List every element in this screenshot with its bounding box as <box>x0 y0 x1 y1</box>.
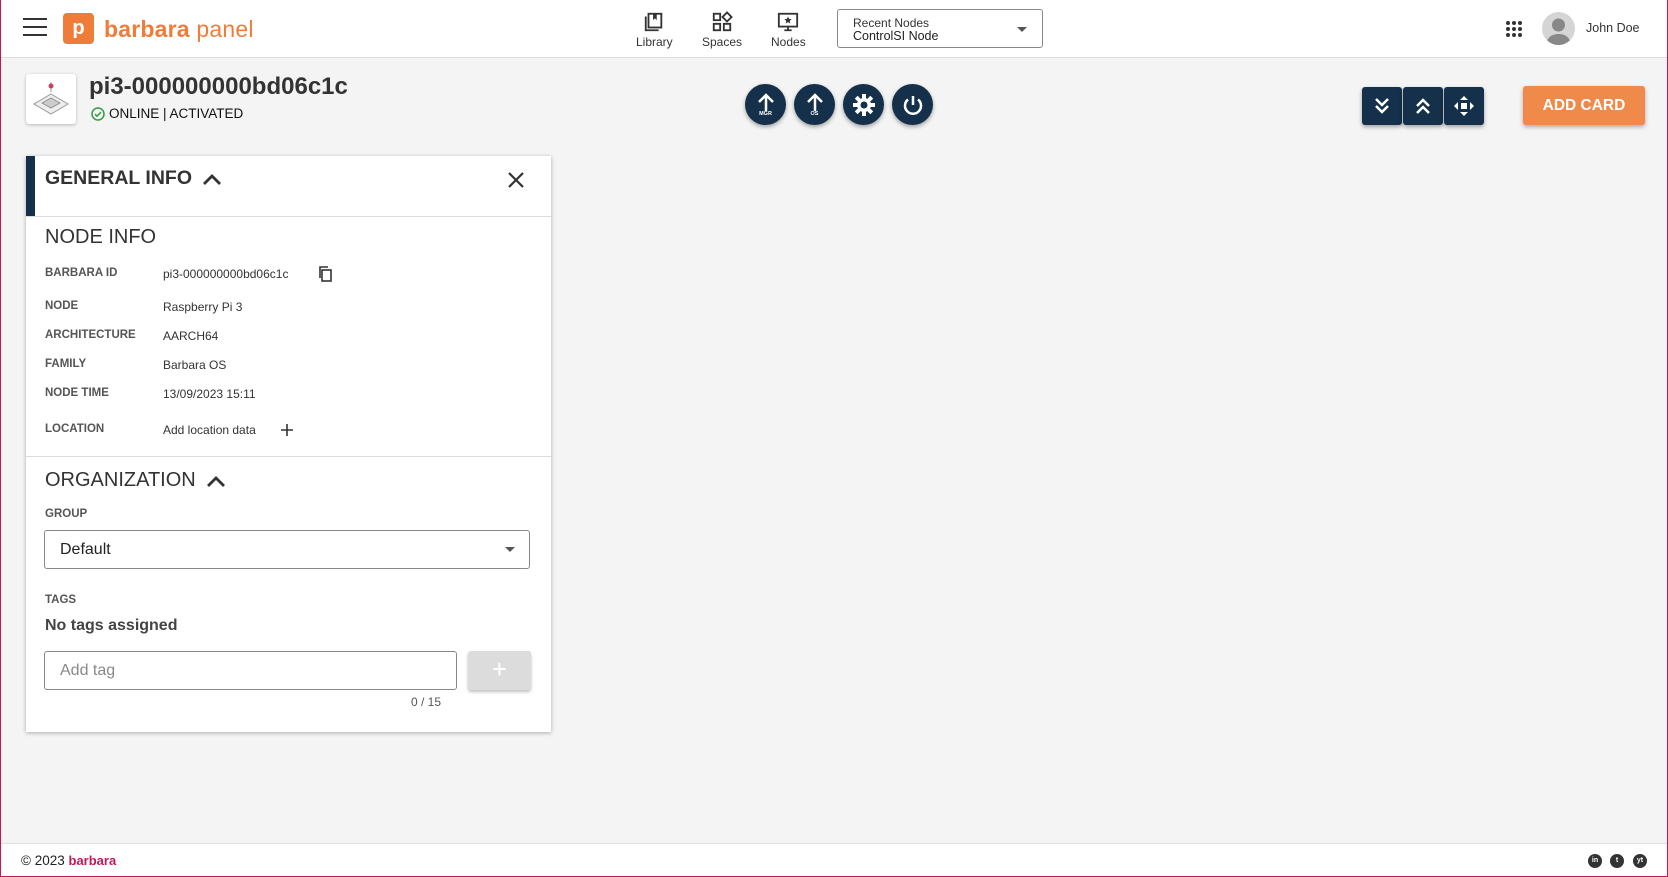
brand-bold: barbara <box>104 16 190 42</box>
nav-nodes[interactable]: Nodes <box>771 11 806 49</box>
upload-mgr-label: MGR <box>759 110 772 117</box>
general-info-header[interactable]: GENERAL INFO <box>45 167 222 190</box>
power-icon <box>903 95 922 115</box>
nav-nodes-label: Nodes <box>771 35 806 49</box>
barbara-id-value: pi3-000000000bd06c1c <box>163 267 289 281</box>
close-icon[interactable] <box>504 168 528 192</box>
upload-mgr-button[interactable]: MGR <box>745 84 786 125</box>
double-chevron-down-icon <box>1375 98 1389 114</box>
group-select-value: Default <box>60 541 111 558</box>
double-chevron-up-icon <box>1416 98 1430 114</box>
chevron-down-icon <box>505 547 515 552</box>
organization-title: ORGANIZATION <box>45 469 196 491</box>
user-name[interactable]: John Doe <box>1586 21 1640 35</box>
nav-library-label: Library <box>636 35 673 49</box>
card-accent-bar <box>26 156 35 216</box>
add-tag-button[interactable]: + <box>468 651 531 690</box>
general-info-title: GENERAL INFO <box>45 167 192 189</box>
architecture-label: ARCHITECTURE <box>45 329 136 341</box>
apps-grid-icon[interactable] <box>1505 20 1523 38</box>
linkedin-icon[interactable]: in <box>1588 854 1602 868</box>
copyright-text: © 2023 <box>21 853 65 868</box>
location-label: LOCATION <box>45 423 105 435</box>
avatar[interactable] <box>1542 12 1575 45</box>
node-device-image <box>26 74 76 124</box>
top-bar: p barbara panel Library Spaces Nodes Rec… <box>1 0 1667 58</box>
move-cards-button[interactable] <box>1444 87 1484 125</box>
node-value: Raspberry Pi 3 <box>163 300 243 314</box>
add-location-icon[interactable] <box>280 423 294 437</box>
no-tags-text: No tags assigned <box>45 617 178 634</box>
add-card-button[interactable]: ADD CARD <box>1523 86 1645 125</box>
family-value: Barbara OS <box>163 358 227 372</box>
twitter-icon[interactable]: t <box>1610 854 1624 868</box>
node-status: ONLINE | ACTIVATED <box>91 106 243 121</box>
check-circle-icon <box>91 106 105 121</box>
collapse-all-button[interactable] <box>1362 87 1402 125</box>
node-label: NODE <box>45 300 79 312</box>
library-icon <box>645 12 663 32</box>
organization-header[interactable]: ORGANIZATION <box>45 469 226 492</box>
upload-os-button[interactable]: OS <box>794 84 835 125</box>
barbara-logo[interactable]: p <box>63 13 94 44</box>
node-title: pi3-000000000bd06c1c <box>89 73 348 100</box>
settings-button[interactable] <box>843 84 884 125</box>
recent-nodes-label: Recent Nodes <box>853 16 930 30</box>
node-info-title: NODE INFO <box>45 226 157 248</box>
recent-nodes-value: ControlSI Node <box>853 29 939 43</box>
nodes-icon <box>778 12 799 32</box>
chevron-up-icon <box>206 475 225 487</box>
copy-icon[interactable] <box>318 266 333 282</box>
settings-icon <box>852 93 875 116</box>
chevron-down-icon <box>1017 27 1027 32</box>
add-tag-input[interactable] <box>44 651 457 690</box>
node-time-value: 13/09/2023 15:11 <box>163 387 256 401</box>
move-arrows-icon <box>1454 96 1474 116</box>
node-status-text: ONLINE | ACTIVATED <box>109 106 244 121</box>
tag-counter: 0 / 15 <box>411 695 442 709</box>
raspberry-board-icon <box>33 82 69 115</box>
upload-os-label: OS <box>810 110 819 117</box>
spaces-icon <box>712 11 733 32</box>
power-button[interactable] <box>892 84 933 125</box>
architecture-value: AARCH64 <box>163 329 219 343</box>
nav-spaces-label: Spaces <box>702 35 743 49</box>
tags-label: TAGS <box>45 594 77 606</box>
youtube-icon[interactable]: yt <box>1633 854 1647 868</box>
nav-library[interactable]: Library <box>636 11 673 49</box>
menu-icon[interactable] <box>23 18 47 38</box>
node-time-label: NODE TIME <box>45 387 109 399</box>
upload-os-icon <box>806 92 823 111</box>
card-divider <box>26 456 551 457</box>
group-label: GROUP <box>45 508 88 520</box>
location-value: Add location data <box>163 423 256 437</box>
brand-name: barbara panel <box>104 16 254 43</box>
footer-brand[interactable]: barbara <box>69 853 117 868</box>
group-select[interactable]: Default <box>44 530 530 569</box>
copyright: © 2023 barbara <box>21 853 116 868</box>
brand-rest: panel <box>189 16 254 42</box>
card-divider <box>26 216 551 217</box>
family-label: FAMILY <box>45 358 87 370</box>
upload-mgr-icon <box>757 92 774 111</box>
chevron-up-icon <box>202 173 221 185</box>
footer: © 2023 barbara in t yt <box>1 843 1667 876</box>
barbara-id-label: BARBARA ID <box>45 267 118 279</box>
nav-spaces[interactable]: Spaces <box>702 11 742 49</box>
user-icon <box>1546 18 1571 45</box>
recent-nodes-select[interactable]: Recent Nodes ControlSI Node <box>837 9 1043 48</box>
general-info-card: GENERAL INFO NODE INFO BARBARA ID pi3-00… <box>26 156 551 732</box>
expand-all-button[interactable] <box>1403 87 1443 125</box>
